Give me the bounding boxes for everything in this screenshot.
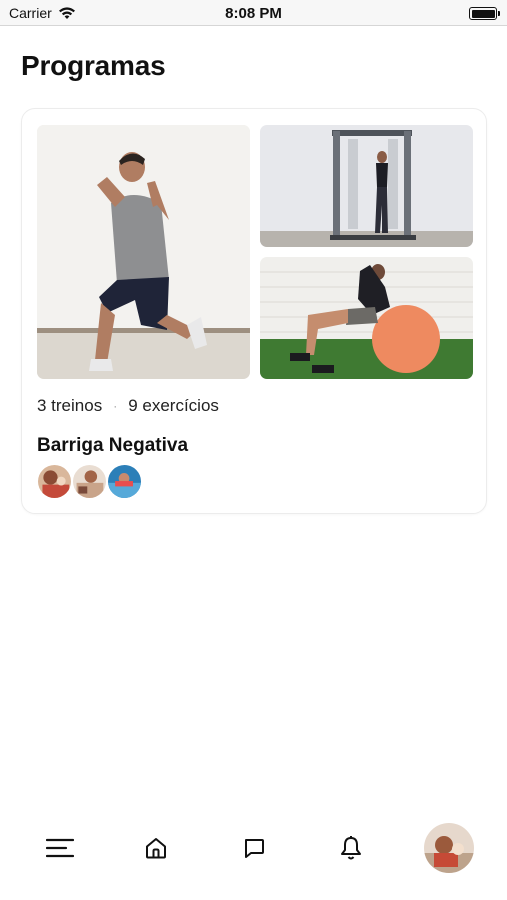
tab-chat[interactable] xyxy=(234,818,274,878)
tab-notifications[interactable] xyxy=(331,818,371,878)
bottom-tab-bar xyxy=(0,818,507,878)
tab-home[interactable] xyxy=(136,818,176,878)
meta-separator: · xyxy=(113,399,118,413)
participant-avatar xyxy=(71,463,108,500)
program-meta: 3 treinos · 9 exercícios xyxy=(37,396,219,416)
page-title: Programas xyxy=(21,50,166,81)
participant-avatars xyxy=(36,463,143,500)
tab-menu[interactable] xyxy=(40,818,80,878)
program-card[interactable]: 3 treinos · 9 exercícios Barriga Negativ… xyxy=(21,108,487,514)
participant-avatar xyxy=(106,463,143,500)
exercise-count: 9 exercícios xyxy=(128,396,219,415)
profile-avatar xyxy=(424,823,474,873)
program-name: Barriga Negativa xyxy=(37,435,189,456)
battery-icon xyxy=(469,7,500,20)
menu-icon xyxy=(46,838,74,858)
bell-icon xyxy=(341,836,361,860)
home-icon xyxy=(146,838,166,859)
tab-profile[interactable] xyxy=(423,818,475,878)
woman-cable-machine-photo xyxy=(260,125,473,247)
status-time: 8:08 PM xyxy=(225,5,282,22)
chat-icon xyxy=(245,839,264,858)
man-lunge-photo xyxy=(37,125,250,379)
workout-count: 3 treinos xyxy=(37,396,103,415)
woman-exercise-ball-photo xyxy=(260,257,473,379)
participant-avatar xyxy=(36,463,73,500)
status-bar: Carrier 8:08 PM xyxy=(0,0,507,26)
